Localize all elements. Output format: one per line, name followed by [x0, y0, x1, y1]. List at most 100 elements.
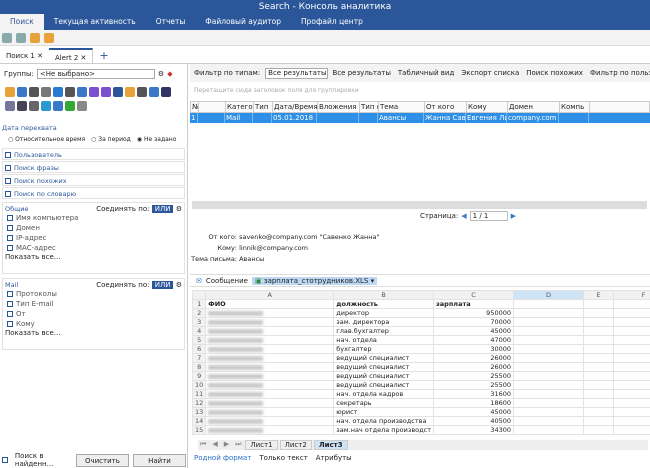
- filter-item[interactable]: Домен: [5, 223, 182, 233]
- channel-icon[interactable]: [41, 101, 51, 111]
- filter-item[interactable]: Имя компьютера: [5, 213, 182, 223]
- sheet-cell[interactable]: [205, 389, 335, 399]
- sheet-cell[interactable]: [513, 353, 584, 363]
- search-found-checkbox[interactable]: [2, 457, 8, 463]
- toolbar-button[interactable]: Поиск похожих: [526, 69, 583, 77]
- sheet-cell[interactable]: [613, 416, 650, 426]
- document-tab[interactable]: Поиск 1 ✕: [0, 48, 49, 63]
- sheet-cell[interactable]: [513, 317, 584, 327]
- sheet-cell[interactable]: [513, 416, 584, 426]
- toolbar-button[interactable]: Все результаты: [333, 69, 391, 77]
- menu-item[interactable]: Файловый аудитор: [195, 14, 291, 30]
- filter-section[interactable]: Поиск фразы: [2, 161, 185, 173]
- join-select[interactable]: ИЛИ: [151, 205, 174, 213]
- checkbox[interactable]: [7, 215, 13, 221]
- sheet-cell[interactable]: [513, 308, 584, 318]
- channel-icon[interactable]: [65, 101, 75, 111]
- checkbox[interactable]: [5, 191, 11, 197]
- sheet-cell[interactable]: [205, 353, 335, 363]
- sheet-cell[interactable]: [613, 425, 650, 435]
- sheet-column-header[interactable]: C: [433, 290, 514, 300]
- eraser-icon[interactable]: ◆: [167, 70, 172, 78]
- filter-item[interactable]: Протоколы: [5, 289, 182, 299]
- sheet-nav-icon[interactable]: ▶: [222, 440, 231, 450]
- message-tab[interactable]: Сообщение: [206, 277, 248, 285]
- document-tab[interactable]: Alert 2 ✕: [48, 48, 94, 63]
- prev-page-icon[interactable]: ◀: [461, 212, 466, 220]
- show-all-link[interactable]: Показать все...: [5, 329, 182, 337]
- filter-item[interactable]: Кому: [5, 319, 182, 329]
- channel-icon[interactable]: [5, 87, 15, 97]
- channel-icon[interactable]: [125, 87, 135, 97]
- column-header[interactable]: Тема: [379, 102, 425, 112]
- column-header[interactable]: Дата/Время: [273, 102, 318, 112]
- channel-icon[interactable]: [137, 87, 147, 97]
- sheet-column-header[interactable]: E: [583, 290, 614, 300]
- sheet-cell[interactable]: [205, 380, 335, 390]
- channel-icon[interactable]: [29, 87, 39, 97]
- sheet-cell[interactable]: [583, 362, 614, 372]
- sheet-cell[interactable]: 34300: [433, 425, 514, 435]
- toolbar-button[interactable]: Табличный вид: [398, 69, 454, 77]
- checkbox[interactable]: [7, 311, 13, 317]
- sheet-cell[interactable]: нач. отдела кадров: [333, 389, 434, 399]
- sheet-cell[interactable]: [583, 326, 614, 336]
- column-header[interactable]: Категория: [226, 102, 254, 112]
- column-header[interactable]: Вложения: [318, 102, 360, 112]
- find-button[interactable]: Найти: [132, 453, 186, 467]
- column-header[interactable]: Тип фа: [360, 102, 379, 112]
- sheet-cell[interactable]: [583, 416, 614, 426]
- checkbox[interactable]: [5, 152, 11, 158]
- sheet-tab[interactable]: Лист1: [245, 440, 278, 450]
- sheet-cell[interactable]: [205, 344, 335, 354]
- sheet-cell[interactable]: [513, 371, 584, 381]
- sheet-cell[interactable]: 70000: [433, 317, 514, 327]
- menu-item[interactable]: Профайл центр: [291, 14, 373, 30]
- sheet-cell[interactable]: ФИО: [205, 299, 335, 309]
- sheet-cell[interactable]: 26000: [433, 362, 514, 372]
- sheet-cell[interactable]: 30000: [433, 344, 514, 354]
- close-icon[interactable]: ✕: [78, 54, 87, 62]
- gear-icon[interactable]: ⚙: [158, 70, 164, 78]
- attachment-tab[interactable]: ▣ зарплата_стотрудников.XLS ▾: [251, 276, 378, 285]
- sheet-cell[interactable]: [583, 380, 614, 390]
- sheet-cell[interactable]: [583, 335, 614, 345]
- radio-option[interactable]: ○ За период: [91, 136, 131, 143]
- sheet-cell[interactable]: [613, 389, 650, 399]
- sheet-cell[interactable]: [205, 317, 335, 327]
- sheet-cell[interactable]: [613, 326, 650, 336]
- channel-icon[interactable]: [149, 87, 159, 97]
- sheet-cell[interactable]: [205, 416, 335, 426]
- sheet-cell[interactable]: [583, 299, 614, 309]
- channel-icon[interactable]: [161, 87, 171, 97]
- sheet-cell[interactable]: [205, 425, 335, 435]
- toolbar-icon[interactable]: [30, 33, 40, 43]
- sheet-cell[interactable]: зам. директора: [333, 317, 434, 327]
- sheet-cell[interactable]: директор: [333, 308, 434, 318]
- toolbar-icon[interactable]: [44, 33, 54, 43]
- sheet-cell[interactable]: [513, 299, 584, 309]
- view-tab[interactable]: Только текст: [259, 454, 307, 462]
- checkbox[interactable]: [7, 301, 13, 307]
- sheet-cell[interactable]: [613, 308, 650, 318]
- checkbox[interactable]: [7, 225, 13, 231]
- filter-select[interactable]: Все результаты: [265, 67, 328, 79]
- sheet-cell[interactable]: [513, 389, 584, 399]
- toolbar-icon[interactable]: [2, 33, 12, 43]
- sheet-cell[interactable]: [583, 389, 614, 399]
- channel-icon[interactable]: [77, 101, 87, 111]
- sheet-cell[interactable]: [205, 371, 335, 381]
- channel-icon[interactable]: [65, 87, 75, 97]
- sheet-cell[interactable]: [205, 326, 335, 336]
- sheet-cell[interactable]: [205, 407, 335, 417]
- sheet-cell[interactable]: бухгалтер: [333, 344, 434, 354]
- sheet-cell[interactable]: [613, 344, 650, 354]
- close-icon[interactable]: ✕: [35, 52, 43, 60]
- sheet-cell[interactable]: [205, 335, 335, 345]
- sheet-cell[interactable]: 26000: [433, 353, 514, 363]
- column-header[interactable]: Кому: [467, 102, 508, 112]
- sheet-cell[interactable]: [583, 317, 614, 327]
- toolbar-button[interactable]: Фильтр по польз: [590, 69, 650, 77]
- sheet-cell[interactable]: 25500: [433, 371, 514, 381]
- checkbox[interactable]: [7, 245, 13, 251]
